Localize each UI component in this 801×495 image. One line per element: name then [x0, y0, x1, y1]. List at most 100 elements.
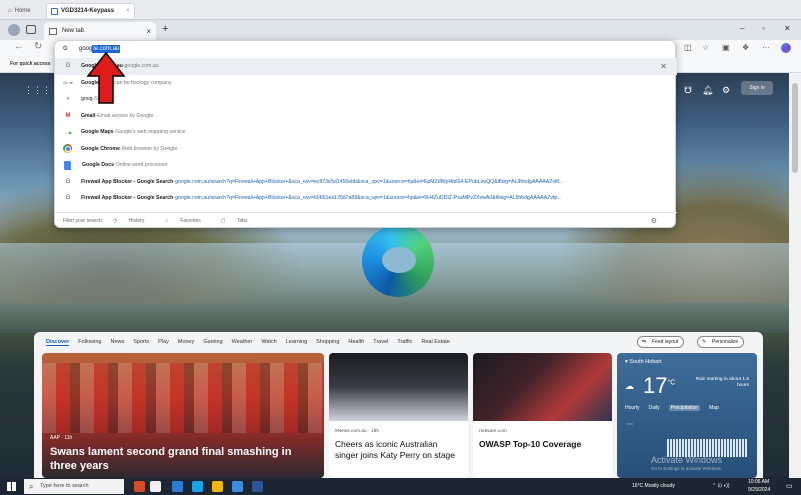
cloud-icon: ☁	[625, 381, 634, 391]
split-screen-icon[interactable]: ◫	[684, 43, 692, 52]
news-card-owasp[interactable]: redware.com OWASP Top-10 Coverage	[473, 353, 612, 478]
suggestion-item[interactable]: G Firewall App Blocker - Google Search -…	[55, 174, 677, 191]
feed-layout-label: Feed layout	[652, 339, 679, 345]
google-logo-icon: Go·le	[63, 80, 73, 86]
star-icon: ☆	[164, 217, 171, 224]
feed-nav-learning[interactable]: Learning	[286, 339, 307, 346]
new-tab-button[interactable]: +	[162, 23, 168, 35]
taskbar-time[interactable]: 10:06 AM	[748, 479, 769, 485]
suggestion-url: google.com.au/search?q=Firewall+App+Bloc…	[175, 178, 564, 185]
feed-nav-discover[interactable]: Discover	[46, 339, 70, 346]
weather-location: ▾ South Hobart	[625, 359, 662, 365]
taskbar-search-box[interactable]: Type here to search	[24, 479, 124, 494]
page-scrollbar[interactable]	[789, 73, 801, 478]
news-card-swans[interactable]: AAP · 11h Swans lament second grand fina…	[42, 353, 324, 478]
chrome-icon	[63, 144, 72, 154]
feed-nav-travel[interactable]: Travel	[373, 339, 388, 346]
task-view-icon[interactable]	[150, 481, 161, 492]
tab-label: New tab	[62, 28, 85, 34]
weather-tab-daily[interactable]: Daily	[648, 405, 659, 411]
suggestion-item[interactable]: ⌕ goog - Search	[55, 91, 677, 108]
personalize-button[interactable]: ✎ Personalize	[697, 336, 745, 348]
refresh-icon[interactable]: ↻	[34, 41, 42, 52]
suggestion-item[interactable]: Go·le Google - American technology compa…	[55, 75, 677, 92]
rewards-icon[interactable]: ☋	[684, 85, 692, 96]
suggestion-item[interactable]: —◉ Google Maps - Google's web mapping se…	[55, 124, 677, 141]
address-bar-input[interactable]: G google.com.au	[55, 41, 677, 57]
suggestion-desc: Email service by Google	[97, 112, 154, 119]
profile-avatar[interactable]	[8, 24, 20, 36]
settings-gear-icon[interactable]: ⚙	[722, 85, 730, 96]
tab-new-tab[interactable]: New tab ×	[44, 22, 156, 40]
more-options-icon[interactable]: ···	[762, 43, 770, 52]
feed-nav-following[interactable]: Following	[78, 339, 101, 346]
notification-center-icon[interactable]: ▭	[786, 482, 793, 490]
weather-tab-hourly[interactable]: Hourly	[625, 405, 639, 411]
apps-grid-icon[interactable]: ⋮⋮⋮	[24, 85, 51, 96]
remove-suggestion-icon[interactable]: ✕	[660, 62, 667, 71]
windows-start-icon[interactable]	[7, 482, 16, 491]
feed-nav-shopping[interactable]: Shopping	[316, 339, 339, 346]
feed-nav-weather[interactable]: Weather	[232, 339, 253, 346]
suggestion-item[interactable]: M Gmail - Email service by Google	[55, 108, 677, 125]
taskbar-app-icon[interactable]	[134, 481, 145, 492]
scrollbar-thumb[interactable]	[792, 83, 798, 173]
weather-widget[interactable]: ▾ South Hobart ☁ 17°C Rain starting in a…	[617, 353, 757, 478]
feed-nav-money[interactable]: Money	[178, 339, 195, 346]
feed-nav-news[interactable]: News	[110, 339, 124, 346]
filter-tabs-label: Tabs	[236, 217, 248, 224]
close-tab-icon[interactable]: ×	[146, 27, 151, 36]
suggestion-item[interactable]: Google Chrome - Web browser by Google	[55, 141, 677, 158]
filter-history-button[interactable]: ◷ History	[113, 218, 154, 224]
remote-desktop-icon	[51, 7, 58, 15]
weather-tab-precipitation[interactable]: Precipitation	[668, 405, 701, 411]
minimize-button[interactable]: –	[740, 24, 744, 33]
copilot-icon[interactable]	[781, 43, 791, 53]
weather-dots-icon: ⋯	[627, 422, 633, 428]
news-card-title: Swans lament second grand final smashing…	[50, 446, 292, 472]
feed-nav-real-estate[interactable]: Real Estate	[421, 339, 449, 346]
maximize-button[interactable]: ▫	[762, 24, 765, 33]
taskbar-app-icon[interactable]	[252, 481, 263, 492]
search-settings-gear-icon[interactable]: ⚙	[651, 217, 657, 225]
windows-taskbar: Type here to search 16°C Mostly cloudy ⌃…	[0, 478, 801, 495]
outer-tab-keypass[interactable]: VGD3214-Keypass ×	[46, 3, 135, 18]
search-icon: ⌕	[66, 95, 70, 102]
back-arrow-icon[interactable]: ←	[14, 41, 24, 52]
taskbar-app-icon[interactable]	[172, 481, 183, 492]
feed-layout-button[interactable]: ⇋ Feed layout	[637, 336, 685, 348]
news-card-katy-perry[interactable]: 9News.com.au · 18h Cheers as iconic Aust…	[329, 353, 468, 478]
file-explorer-icon[interactable]	[212, 481, 223, 492]
red-arrow-annotation-icon	[86, 52, 126, 104]
feed-nav-play[interactable]: Play	[158, 339, 169, 346]
news-card-source: redware.com	[479, 429, 507, 434]
suggestion-item[interactable]: G Firewall App Blocker - Google Search -…	[55, 190, 677, 207]
feed-nav-health[interactable]: Health	[348, 339, 364, 346]
extensions-icon[interactable]: ❖	[742, 43, 749, 52]
edge-taskbar-icon[interactable]	[192, 481, 203, 492]
sign-in-button[interactable]: Sign in	[741, 81, 773, 95]
feed-nav-watch[interactable]: Watch	[261, 339, 276, 346]
suggestion-item[interactable]: G Googlele.com.au - google.com.au ✕	[55, 58, 677, 75]
news-card-source: AAP · 11h	[50, 435, 73, 441]
collections-icon[interactable]: ▣	[722, 43, 730, 52]
taskbar-date[interactable]: 9/29/2024	[748, 487, 770, 493]
filter-tabs-button[interactable]: ▢ Tabs	[221, 218, 258, 224]
taskbar-weather[interactable]: 16°C Mostly cloudy	[632, 483, 675, 489]
feed-nav-sports[interactable]: Sports	[133, 339, 149, 346]
filter-label: Filter your search:	[63, 217, 104, 224]
history-icon: ◷	[113, 217, 119, 224]
filter-favorites-button[interactable]: ☆ Favorites	[164, 218, 210, 224]
close-window-button[interactable]: ✕	[784, 24, 791, 33]
feed-nav-gaming[interactable]: Gaming	[203, 339, 222, 346]
tab-actions-icon[interactable]	[26, 25, 36, 34]
suggestion-item[interactable]: Google Docs - Online word processor	[55, 157, 677, 174]
store-icon[interactable]	[232, 481, 243, 492]
outer-tab-home[interactable]: ⌂ Home	[4, 3, 35, 18]
notifications-bell-icon[interactable]: 🔔︎	[702, 85, 713, 96]
feed-nav-traffic[interactable]: Traffic	[397, 339, 412, 346]
close-icon[interactable]: ×	[126, 8, 130, 14]
favorites-star-icon[interactable]: ☆	[702, 43, 709, 52]
weather-tab-map[interactable]: Map	[709, 405, 719, 411]
tray-icons[interactable]: ⌃ ⊡ ◖))	[712, 483, 730, 489]
